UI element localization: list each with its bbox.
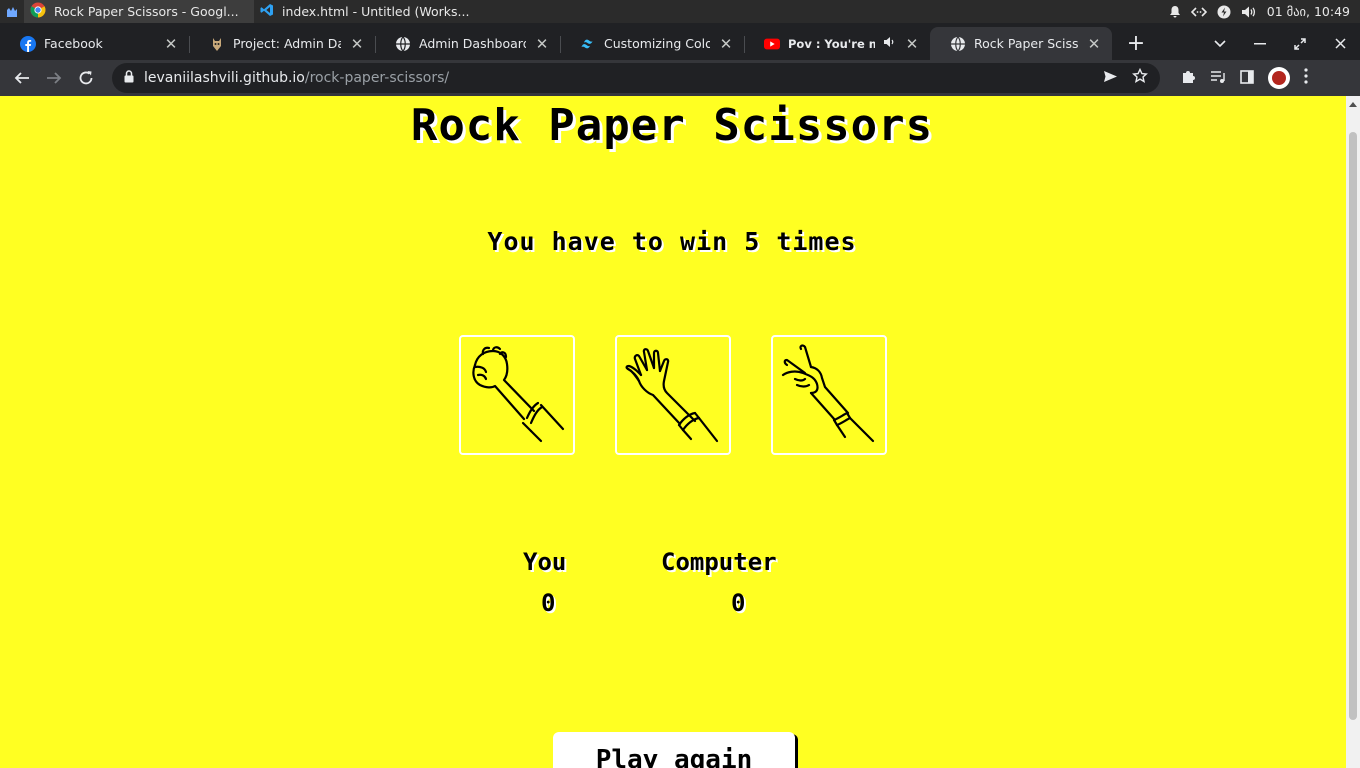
tab-youtube[interactable]: Pov : You're misun ✕ [744, 27, 930, 60]
scroll-up-arrow-icon[interactable] [1349, 102, 1357, 107]
new-tab-button[interactable]: + [1120, 27, 1152, 60]
facebook-icon [20, 35, 36, 52]
rock-button[interactable] [459, 335, 575, 455]
scissors-hand-icon [781, 344, 875, 443]
volume-icon[interactable] [1241, 5, 1257, 19]
media-controls-icon[interactable] [1210, 69, 1226, 88]
tab-title: Pov : You're misun [788, 36, 875, 51]
close-icon[interactable]: ✕ [718, 36, 734, 52]
url-host: levaniilashvili.github.io [144, 70, 305, 86]
computer-score: 0 [731, 589, 746, 617]
scrollbar-thumb[interactable] [1349, 132, 1357, 720]
restore-icon[interactable] [1280, 27, 1320, 60]
os-top-bar: Rock Paper Scissors - Googl... index.htm… [0, 0, 1360, 23]
url-path: /rock-paper-scissors/ [304, 70, 450, 86]
close-window-icon[interactable] [1320, 27, 1360, 60]
address-bar[interactable]: levaniilashvili.github.io/rock-paper-sci… [112, 63, 1160, 93]
taskbar-item-chrome[interactable]: Rock Paper Scissors - Googl... [24, 0, 254, 23]
tab-title: Rock Paper Scissors [974, 36, 1078, 51]
forward-button[interactable] [38, 62, 70, 94]
minimize-icon[interactable] [1240, 27, 1280, 60]
url-text[interactable]: levaniilashvili.github.io/rock-paper-sci… [144, 70, 449, 86]
chrome-icon [30, 2, 46, 21]
tab-title: Facebook [44, 36, 103, 51]
tab-strip: Facebook ✕ Project: Admin Dashb ✕ Admin … [0, 23, 1360, 60]
tab-title: Project: Admin Dashb [233, 36, 341, 51]
play-again-button[interactable]: Play again [553, 732, 795, 768]
paper-button[interactable] [615, 335, 731, 455]
close-icon[interactable]: ✕ [349, 36, 365, 52]
tab-customizing-colors[interactable]: Customizing Colors - ✕ [560, 27, 744, 60]
system-tray: 01 მაი, 10:49 [1169, 4, 1360, 19]
tab-title: Customizing Colors - [604, 36, 710, 51]
scissors-button[interactable] [771, 335, 887, 455]
menu-kebab-icon[interactable] [1304, 68, 1308, 88]
back-button[interactable] [6, 62, 38, 94]
taskbar-item-label: index.html - Untitled (Works... [282, 4, 470, 19]
globe-icon [950, 36, 966, 52]
extensions-icon[interactable] [1180, 68, 1196, 88]
tab-admin-dashboard-project[interactable]: Project: Admin Dashb ✕ [189, 27, 375, 60]
tab-admin-dashboard[interactable]: Admin Dashboard ✕ [375, 27, 560, 60]
close-icon[interactable]: ✕ [534, 36, 550, 52]
computer-score-label: Computer [661, 548, 777, 576]
paper-hand-icon [625, 348, 719, 443]
profile-avatar[interactable] [1268, 67, 1290, 89]
close-icon[interactable]: ✕ [163, 36, 179, 52]
page-viewport: Rock Paper Scissors You have to win 5 ti… [0, 96, 1346, 768]
reload-button[interactable] [70, 62, 102, 94]
tab-facebook[interactable]: Facebook ✕ [0, 27, 189, 60]
taskbar-item-label: Rock Paper Scissors - Googl... [54, 4, 239, 19]
bookmark-star-icon[interactable] [1132, 67, 1148, 88]
rock-hand-icon [472, 346, 565, 443]
instruction-text: You have to win 5 times [487, 227, 857, 256]
bell-icon[interactable] [1169, 5, 1181, 18]
lock-icon[interactable] [124, 69, 134, 87]
tab-title: Admin Dashboard [419, 36, 526, 51]
tab-rock-paper-scissors[interactable]: Rock Paper Scissors ✕ [930, 27, 1112, 60]
player-score-label: You [523, 548, 567, 576]
speaker-icon[interactable] [883, 36, 896, 51]
clock[interactable]: 01 მაი, 10:49 [1267, 4, 1350, 19]
close-icon[interactable]: ✕ [904, 36, 920, 52]
player-score: 0 [541, 589, 556, 617]
game-title: Rock Paper Scissors [410, 100, 934, 151]
side-panel-icon[interactable] [1240, 69, 1254, 88]
youtube-icon [764, 36, 780, 52]
taskbar-item-vscode[interactable]: index.html - Untitled (Works... [254, 0, 477, 23]
page-scrollbar[interactable] [1346, 96, 1360, 768]
globe-icon [395, 36, 411, 52]
app-launcher-icon[interactable] [0, 0, 24, 23]
tailwind-icon [580, 36, 596, 52]
browser-toolbar: levaniilashvili.github.io/rock-paper-sci… [0, 60, 1360, 96]
tab-search-icon[interactable] [1200, 27, 1240, 60]
vscode-icon [260, 3, 274, 20]
odin-icon [209, 36, 225, 52]
kde-connect-icon[interactable] [1190, 6, 1207, 18]
power-icon[interactable] [1217, 5, 1231, 19]
close-icon[interactable]: ✕ [1086, 36, 1102, 52]
send-icon[interactable] [1103, 70, 1118, 87]
